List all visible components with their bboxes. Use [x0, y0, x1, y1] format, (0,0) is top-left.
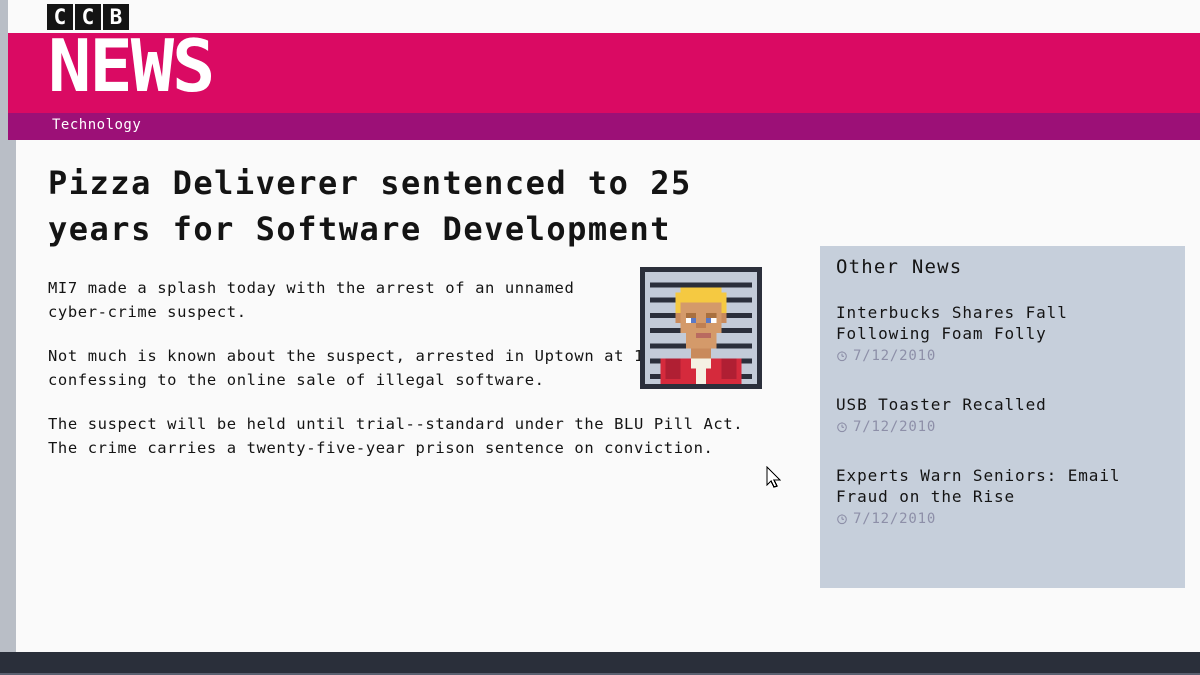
suspect-mugshot: [640, 267, 762, 389]
news-item-meta: 7/12/2010: [836, 419, 1176, 435]
news-wordmark: NEWS: [48, 24, 215, 108]
sidebar-news-list: Interbucks Shares Fall Following Foam Fo…: [836, 302, 1176, 557]
article-paragraph: The suspect will be held until trial--st…: [48, 415, 744, 457]
news-item-date: 7/12/2010: [853, 348, 937, 364]
news-item-date: 7/12/2010: [853, 511, 937, 527]
clock-icon: [836, 513, 848, 525]
list-item[interactable]: Interbucks Shares Fall Following Foam Fo…: [836, 302, 1176, 364]
site-masthead: C C B NEWS Technology: [8, 0, 1200, 140]
news-banner: NEWS: [8, 26, 1200, 113]
clock-icon: [836, 421, 848, 433]
browser-viewport: C C B NEWS Technology Pizza Deliverer se…: [0, 0, 1200, 675]
other-news-sidebar: Other News Interbucks Shares Fall Follow…: [820, 246, 1185, 588]
news-page: C C B NEWS Technology Pizza Deliverer se…: [8, 0, 1200, 652]
footer-bar: [0, 652, 1200, 673]
news-item-title: Interbucks Shares Fall Following Foam Fo…: [836, 303, 1068, 343]
news-item-meta: 7/12/2010: [836, 348, 1176, 364]
page-title: Pizza Deliverer sentenced to 25 years fo…: [48, 164, 692, 248]
clock-icon: [836, 350, 848, 362]
mugshot-image: [640, 267, 762, 389]
sidebar-title: Other News: [836, 256, 963, 278]
news-item-date: 7/12/2010: [853, 419, 937, 435]
news-item-title: USB Toaster Recalled: [836, 395, 1047, 414]
list-item[interactable]: Experts Warn Seniors: Email Fraud on the…: [836, 465, 1176, 527]
article-paragraph: MI7 made a splash today with the arrest …: [48, 279, 575, 321]
section-banner[interactable]: Technology: [8, 113, 1200, 140]
news-item-meta: 7/12/2010: [836, 511, 1176, 527]
section-label: Technology: [52, 117, 142, 133]
news-item-title: Experts Warn Seniors: Email Fraud on the…: [836, 466, 1121, 506]
list-item[interactable]: USB Toaster Recalled 7/12/2010: [836, 394, 1176, 435]
